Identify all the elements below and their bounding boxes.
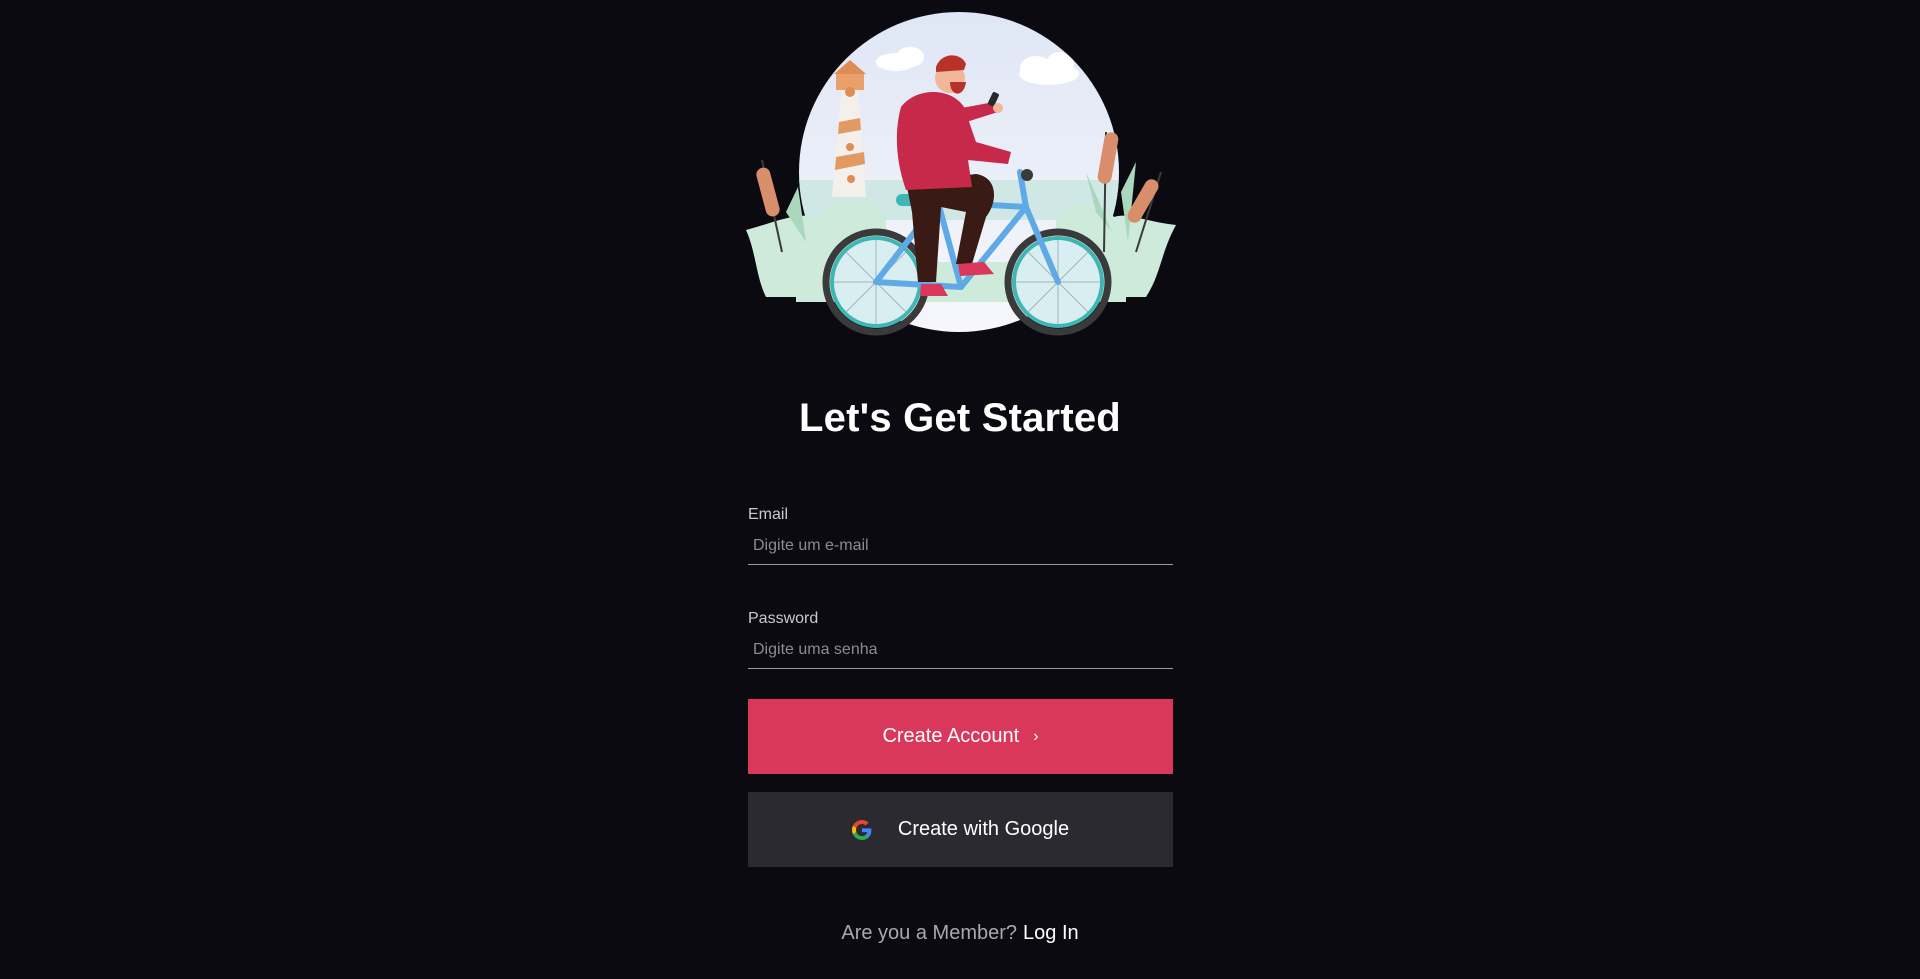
- create-account-label: Create Account: [882, 725, 1020, 747]
- member-question: Are you a Member?: [841, 922, 1018, 944]
- create-with-google-label: Create with Google: [897, 818, 1070, 840]
- email-label: Email: [748, 506, 789, 523]
- signup-page: Let's Get Started Email Password Create …: [0, 0, 1920, 979]
- create-with-google-button[interactable]: Create with Google: [748, 792, 1173, 867]
- login-prompt: Are you a Member? Log In: [0, 922, 1920, 945]
- password-field[interactable]: [748, 635, 1173, 669]
- password-label: Password: [748, 610, 819, 627]
- google-icon: [851, 819, 872, 840]
- login-link[interactable]: Log In: [1023, 922, 1079, 944]
- chevron-right-icon: ›: [1033, 727, 1039, 745]
- email-field[interactable]: [748, 531, 1173, 565]
- signup-form: Email Password Create Account › Create w…: [748, 505, 1173, 867]
- page-title: Let's Get Started: [799, 396, 1121, 440]
- create-account-button[interactable]: Create Account ›: [748, 699, 1173, 774]
- cyclist-illustration: [746, 12, 1176, 336]
